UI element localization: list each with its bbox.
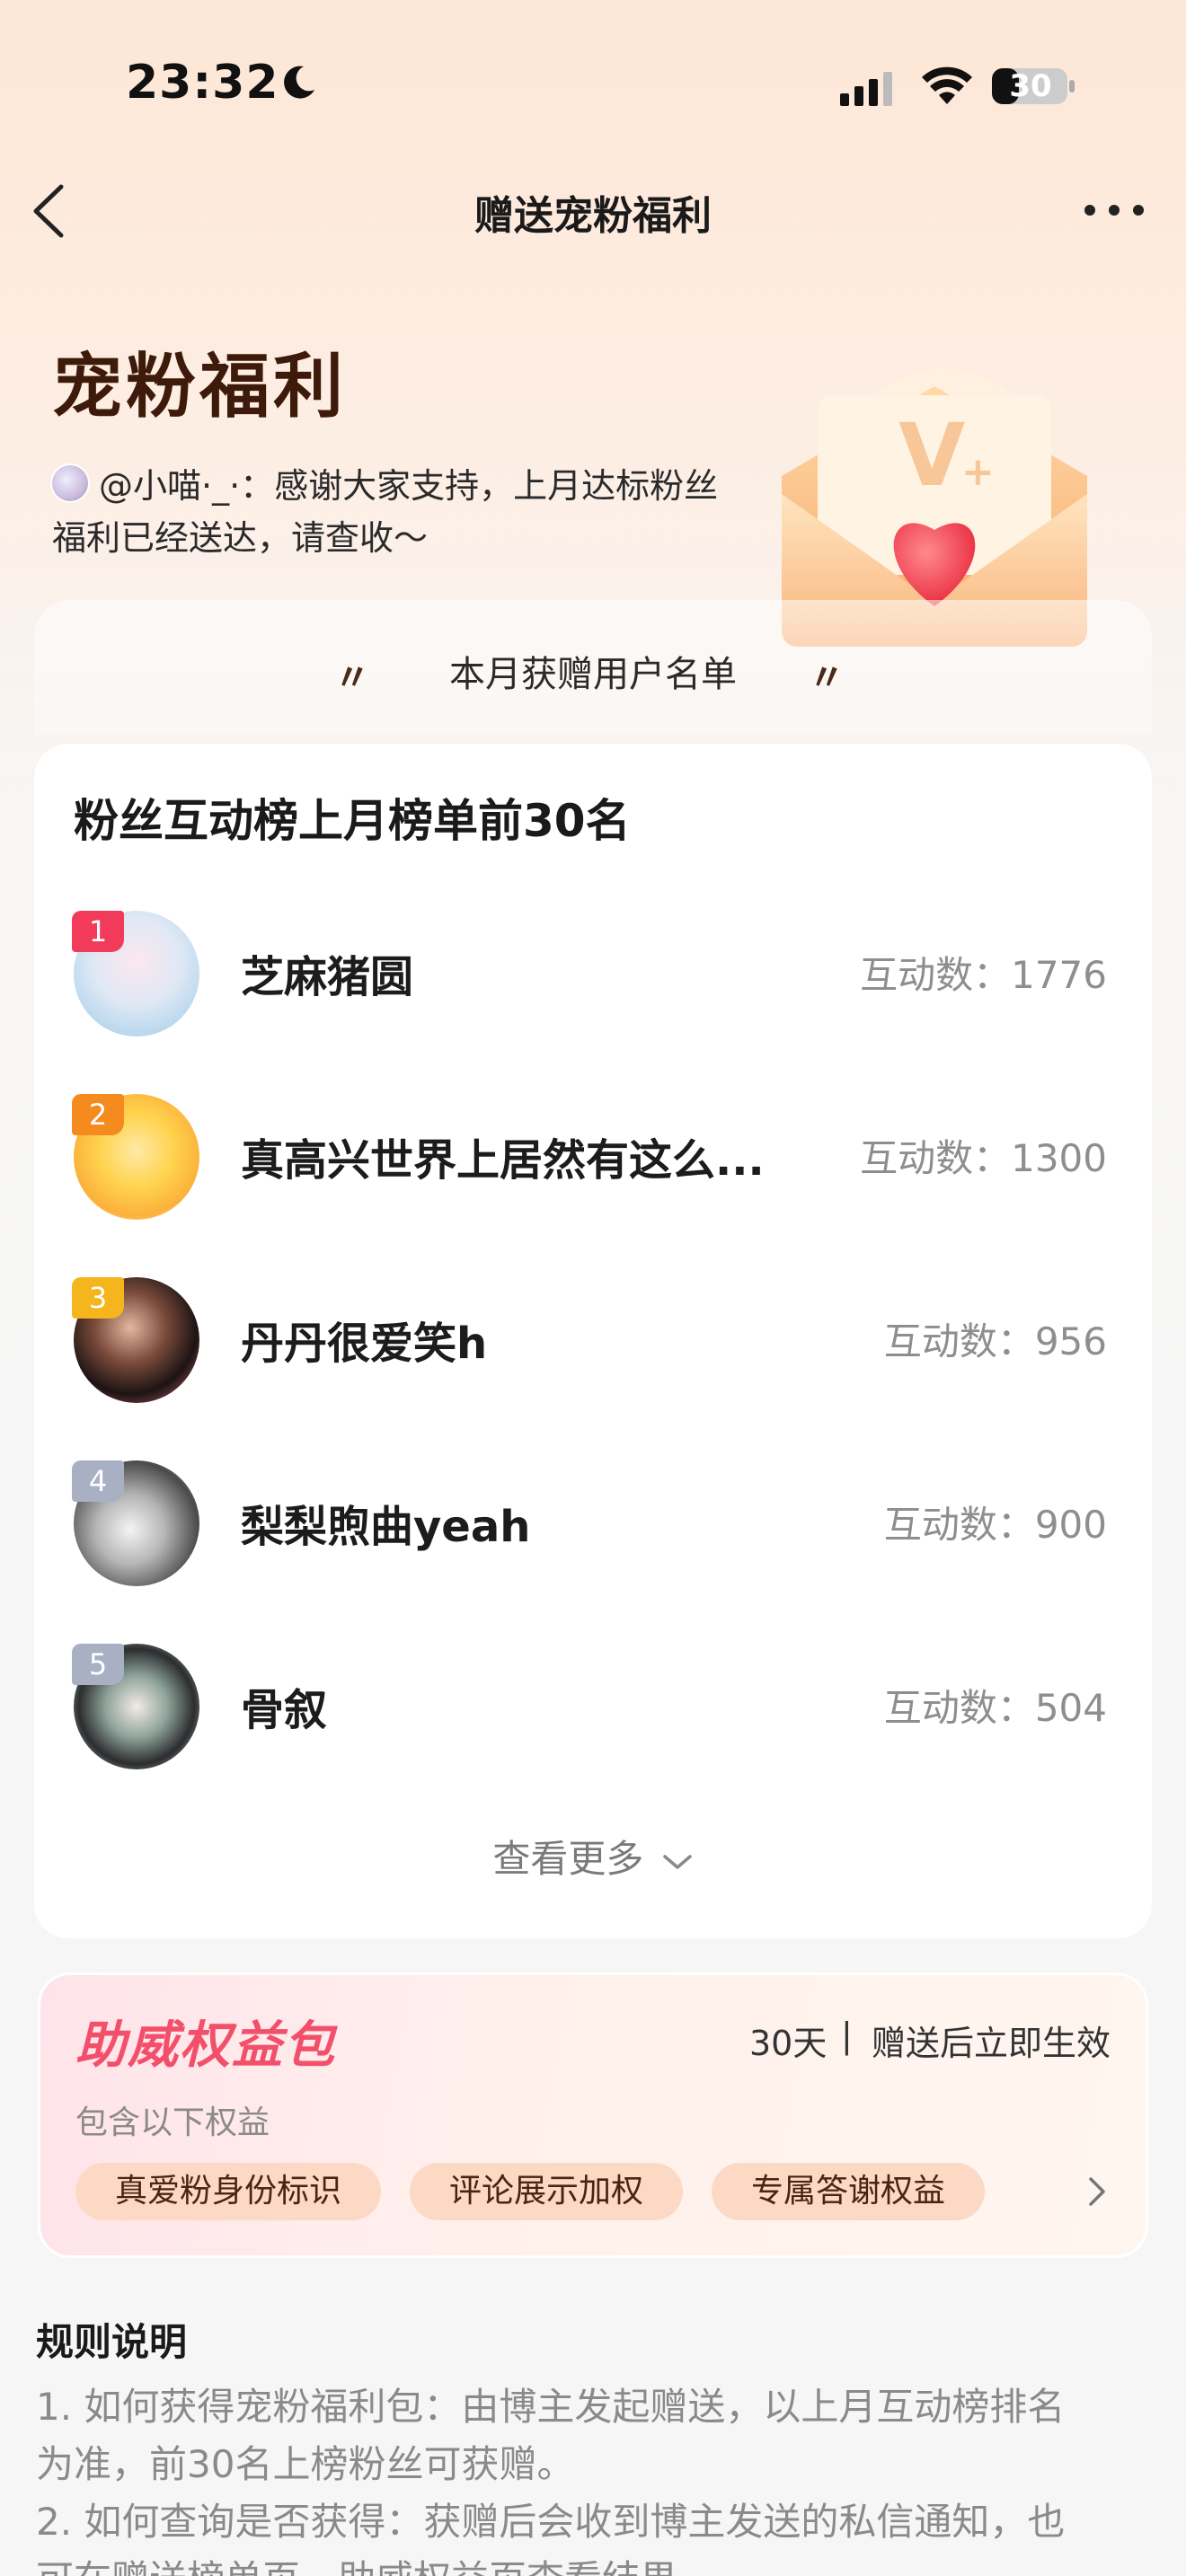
- leaderboard-row[interactable]: 1 芝麻猪圆 互动数：1776: [72, 911, 1114, 1045]
- user-name[interactable]: 骨叙: [241, 1674, 327, 1737]
- benefit-subtitle: 包含以下权益: [75, 2104, 270, 2141]
- list-header-title: 本月获赠用户名单: [449, 654, 737, 695]
- see-more-label: 查看更多: [492, 1837, 644, 1881]
- benefit-effect: 赠送后立即生效: [872, 2024, 1111, 2063]
- rank-badge: 1: [72, 911, 124, 952]
- back-icon[interactable]: [27, 180, 72, 243]
- rule-text: 1. 如何获得宠粉福利包：由博主发起赠送，以上月互动榜排名: [36, 2385, 1066, 2429]
- leaderboard-row[interactable]: 2 真高兴世界上居然有这么... 互动数：1300: [72, 1094, 1114, 1229]
- user-name[interactable]: 梨梨煦曲yeah: [241, 1491, 530, 1554]
- svg-text:+: +: [961, 449, 995, 495]
- see-more-button[interactable]: 查看更多: [34, 1829, 1152, 1883]
- wifi-icon: [922, 66, 972, 104]
- leaderboard-row[interactable]: 3 丹丹很爱笑h 互动数：956: [72, 1277, 1114, 1412]
- battery-level: 30: [1009, 68, 1052, 104]
- leaderboard-title: 粉丝互动榜上月榜单前30名: [74, 795, 631, 847]
- rules-title: 规则说明: [36, 2320, 188, 2364]
- quote-mark-right: 〃: [809, 657, 845, 699]
- rule-text: 为准，前30名上榜粉丝可获赠。: [36, 2442, 575, 2486]
- interaction-count: 互动数：900: [883, 1503, 1107, 1547]
- signal-icon: [840, 72, 892, 106]
- benefit-chip[interactable]: 评论展示加权: [410, 2163, 683, 2220]
- user-name[interactable]: 真高兴世界上居然有这么...: [241, 1125, 765, 1187]
- interaction-count: 互动数：956: [883, 1319, 1107, 1363]
- interaction-count: 互动数：504: [883, 1686, 1107, 1730]
- benefit-title: 助威权益包: [75, 2016, 336, 2075]
- rank-badge: 3: [72, 1277, 124, 1319]
- status-time: 23:32: [126, 56, 279, 110]
- hero-title: 宠粉福利: [52, 347, 348, 428]
- rule-text: 可在赠送榜单页、助威权益页查看结果。: [36, 2551, 1159, 2576]
- leaderboard-row[interactable]: 5 骨叙 互动数：504: [72, 1644, 1114, 1778]
- benefit-separator: |: [841, 2016, 853, 2055]
- rank-badge: 2: [72, 1094, 124, 1135]
- user-name[interactable]: 芝麻猪圆: [241, 941, 413, 1004]
- benefit-chip[interactable]: 专属答谢权益: [712, 2163, 985, 2220]
- page-title: 赠送宠粉福利: [474, 193, 712, 239]
- rank-badge: 4: [72, 1460, 124, 1502]
- rule-text: 2. 如何查询是否获得：获赠后会收到博主发送的私信通知，也: [36, 2500, 1066, 2544]
- interaction-count: 互动数：1776: [860, 953, 1107, 997]
- chevron-down-icon: [662, 1854, 692, 1869]
- user-name[interactable]: 丹丹很爱笑h: [241, 1308, 487, 1371]
- hero-message: @小喵·_·：感谢大家支持，上月达标粉丝: [99, 466, 719, 506]
- leaderboard-row[interactable]: 4 梨梨煦曲yeah 互动数：900: [72, 1460, 1114, 1595]
- moon-icon: [284, 66, 314, 99]
- benefit-chip[interactable]: 真爱粉身份标识: [75, 2163, 381, 2220]
- blogger-avatar: [50, 463, 90, 503]
- benefit-duration: 30天: [749, 2024, 828, 2063]
- more-icon[interactable]: [1083, 201, 1146, 219]
- svg-text:V: V: [898, 405, 965, 506]
- rank-badge: 5: [72, 1644, 124, 1685]
- hero-message-line2: 福利已经送达，请查收～: [52, 518, 429, 558]
- interaction-count: 互动数：1300: [860, 1136, 1107, 1180]
- chevron-right-icon[interactable]: [1084, 2174, 1111, 2210]
